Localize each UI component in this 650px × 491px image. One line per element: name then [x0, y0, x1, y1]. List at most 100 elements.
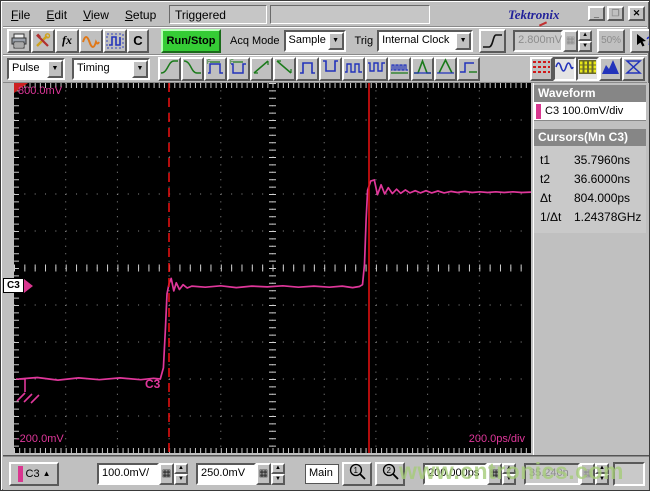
- dots-grid-icon: [578, 58, 597, 79]
- readout-panel: Waveform C3 100.0mV/div Cursors(Mn C3) t…: [533, 83, 647, 456]
- rise-time-button[interactable]: [158, 56, 181, 81]
- minimize-button[interactable]: _: [588, 6, 605, 21]
- fall-time-icon: [183, 58, 202, 79]
- spin-up[interactable]: ▲: [578, 29, 593, 41]
- toolbar-measure: Pulse ▼ Timing ▼ F F: [3, 55, 647, 83]
- neg-width-icon: F: [229, 58, 248, 79]
- clear-button[interactable]: C: [127, 28, 149, 53]
- spin-up[interactable]: ▲: [595, 462, 609, 474]
- pos-pulse-button[interactable]: [296, 56, 319, 81]
- chevron-down-icon[interactable]: ▼: [455, 31, 472, 50]
- set-50pct-button[interactable]: 50%: [597, 28, 626, 53]
- waveform-entry[interactable]: C3 100.0mV/div: [534, 102, 646, 121]
- burst-width-button[interactable]: [388, 56, 411, 81]
- pos-width-button[interactable]: F: [204, 56, 227, 81]
- fx-icon: fx: [62, 33, 72, 47]
- pos-pulse-icon: [298, 58, 317, 79]
- chevron-down-icon[interactable]: ▼: [132, 59, 148, 78]
- meas-category-select[interactable]: Pulse ▼: [7, 57, 65, 80]
- trace-inline-label: C3: [145, 377, 161, 391]
- pos-duty-button[interactable]: [342, 56, 365, 81]
- channel-select-button[interactable]: C3 ▲: [9, 461, 59, 486]
- keypad-icon[interactable]: ▦: [256, 462, 271, 485]
- trigger-source-select[interactable]: Internal Clock ▼: [377, 29, 474, 52]
- histogram-button[interactable]: [599, 56, 622, 81]
- toolbar-main: fx C Run/Stop Acq Mode Sample ▼ Trig Int…: [3, 27, 649, 55]
- cursor-readouts: t1 35.7960ns t2 36.6000ns Δt 804.000ps 1/Δt…: [534, 146, 646, 233]
- fall-time-button[interactable]: [181, 56, 204, 81]
- falling-slew-button[interactable]: [273, 56, 296, 81]
- run-stop-button[interactable]: Run/Stop: [161, 28, 221, 53]
- dots-display-button[interactable]: [576, 56, 599, 81]
- menu-edit[interactable]: Edit: [38, 5, 75, 25]
- spin-down[interactable]: ▼: [595, 473, 609, 485]
- close-button[interactable]: ✕: [628, 6, 645, 21]
- delay-button[interactable]: [457, 56, 480, 81]
- keypad-icon[interactable]: ▦: [487, 462, 502, 485]
- waveform-button[interactable]: [79, 28, 103, 53]
- spin-up[interactable]: ▲: [174, 462, 188, 474]
- neg-peak-button[interactable]: [434, 56, 457, 81]
- rising-slew-button[interactable]: [250, 56, 273, 81]
- app-window: File Edit View Setup Utilities Help Trig…: [0, 0, 650, 491]
- hbars-cursor-button[interactable]: [530, 56, 553, 81]
- hourglass-icon: [624, 58, 643, 79]
- waveform-display: C3 800.0mV -200.0mV 200.0ps/div: [14, 83, 532, 453]
- trigger-level-field: 2.800mV ▦ ▲ ▼: [513, 29, 593, 52]
- neg-pulse-icon: [321, 58, 340, 79]
- keypad-icon[interactable]: ▦: [159, 462, 174, 485]
- context-help-button[interactable]: ?: [630, 28, 649, 53]
- spin-down[interactable]: ▼: [271, 473, 285, 485]
- keypad-icon[interactable]: ▦: [580, 462, 595, 485]
- channel-arrow-icon: [23, 278, 33, 293]
- pulse-button[interactable]: [103, 28, 127, 53]
- neg-pulse-button[interactable]: [319, 56, 342, 81]
- neg-duty-button[interactable]: [365, 56, 388, 81]
- zoom-2-button[interactable]: 2: [375, 461, 405, 486]
- menu-file[interactable]: File: [3, 5, 38, 25]
- pos-peak-button[interactable]: [411, 56, 434, 81]
- channel-reference-marker[interactable]: C3: [3, 278, 33, 293]
- trigger-status: Triggered: [169, 5, 267, 24]
- horizontal-scale-field[interactable]: 200.000ps ▦ ▲ ▼: [423, 462, 516, 485]
- acq-mode-label: Acq Mode: [230, 34, 280, 47]
- display-area: C3 800.0mV -200.0mV 200.0ps/div C3 Wavef…: [3, 83, 649, 456]
- spin-up[interactable]: ▲: [271, 462, 285, 474]
- restore-button[interactable]: ❐: [607, 6, 624, 21]
- zoom-1-button[interactable]: 1: [342, 461, 372, 486]
- plot-svg: C3: [14, 83, 532, 453]
- menu-view[interactable]: View: [75, 5, 117, 25]
- pos-peak-icon: [413, 58, 432, 79]
- keypad-icon[interactable]: ▦: [563, 29, 579, 52]
- waveform-panel-header: Waveform: [534, 85, 646, 102]
- print-button[interactable]: [7, 28, 31, 53]
- math-fx-button[interactable]: fx: [55, 28, 79, 53]
- spin-down[interactable]: ▼: [502, 473, 516, 485]
- trigger-slope-button[interactable]: [479, 28, 507, 53]
- spin-up[interactable]: ▲: [502, 462, 516, 474]
- trigger-level-spinner: ▲ ▼: [578, 29, 593, 52]
- meas-type-select[interactable]: Timing ▼: [72, 57, 150, 80]
- tools-icon: [35, 32, 51, 49]
- magnifier-2-icon: 2: [380, 463, 400, 484]
- vertical-offset-field[interactable]: 250.0mV ▦ ▲ ▼: [196, 462, 285, 485]
- vectors-display-button[interactable]: [553, 56, 576, 81]
- vertical-scale-field[interactable]: 100.0mV/ ▦ ▲ ▼: [97, 462, 188, 485]
- chevron-down-icon[interactable]: ▼: [327, 31, 344, 50]
- spin-down[interactable]: ▼: [578, 40, 593, 52]
- trace-color-swatch: [536, 103, 541, 119]
- statusbar-spacer: [613, 461, 645, 486]
- menu-setup[interactable]: Setup: [117, 5, 164, 25]
- neg-width-button[interactable]: F: [227, 56, 250, 81]
- timebase-view-label[interactable]: Main: [305, 463, 339, 484]
- bottom-control-bar: C3 ▲ 100.0mV/ ▦ ▲ ▼ 250.0mV ▦ ▲ ▼ Main 1 2…: [3, 456, 649, 490]
- acq-mode-select[interactable]: Sample ▼: [283, 29, 346, 52]
- waveform-db-button[interactable]: [622, 56, 645, 81]
- cursors-panel-header: Cursors(Mn C3): [534, 129, 646, 146]
- spin-down[interactable]: ▼: [174, 473, 188, 485]
- vertical-top-label: 800.0mV: [18, 85, 63, 97]
- setup-tools-button[interactable]: [31, 28, 55, 53]
- horizontal-position-field: 35.240n ▦ ▲ ▼: [524, 462, 609, 485]
- chevron-down-icon[interactable]: ▼: [47, 59, 63, 78]
- neg-duty-icon: [367, 58, 386, 79]
